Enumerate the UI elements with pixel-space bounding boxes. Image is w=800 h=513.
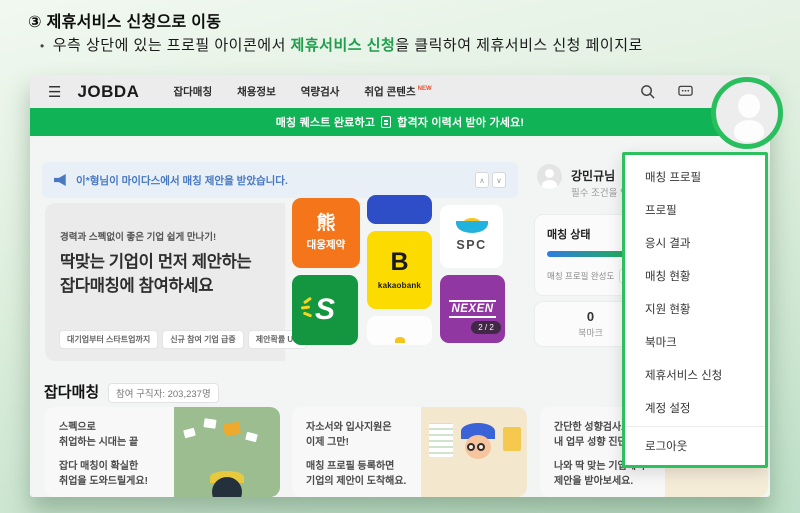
menu-item-account-settings[interactable]: 계정 설정 <box>625 391 765 424</box>
logo-tile-blue[interactable] <box>367 195 432 224</box>
notice-pager: ∧ ∨ <box>475 172 506 188</box>
menu-item-test-results[interactable]: 응시 결과 <box>625 226 765 259</box>
bookmark-count: 0 <box>587 309 594 324</box>
search-icon[interactable] <box>640 84 655 99</box>
profile-dropdown-menu: 매칭 프로필 프로필 응시 결과 매칭 현황 지원 현황 북마크 제휴서비스 신… <box>622 152 768 468</box>
step-title: ③ 제휴서비스 신청으로 이동 <box>28 8 221 32</box>
megaphone-icon <box>54 174 67 186</box>
promo-tag: 신규 참여 기업 급증 <box>163 331 243 348</box>
participants-chip: 참여 구직자: 203,237명 <box>108 383 219 403</box>
step-description: • 우측 상단에 있는 프로필 아이콘에서 제휴서비스 신청을 클릭하여 제휴서비… <box>40 34 643 55</box>
jobda-site-screenshot: ☰ JOBDA 잡다매칭 채용정보 역량검사 취업 콘텐츠NEW 매칭 퀘스트 … <box>30 75 770 497</box>
resume-doc-icon <box>381 116 391 128</box>
avatar-body <box>542 180 557 189</box>
logo-tile-spc[interactable]: SPC <box>440 205 503 268</box>
logo-tile-kakaobank[interactable]: B kakaobank <box>367 231 432 309</box>
nav-jobs[interactable]: 채용정보 <box>237 84 276 99</box>
user-name: 강민규님 <box>571 167 615 184</box>
chevron-down-icon[interactable]: ∨ <box>492 172 506 188</box>
avatar-head <box>545 169 554 178</box>
quest-text-after: 합격자 이력서 받아 가세요! <box>397 114 524 130</box>
new-badge: NEW <box>418 86 432 92</box>
menu-item-matching-status[interactable]: 매칭 현황 <box>625 259 765 292</box>
matching-promo-banner[interactable]: 경력과 스펙없이 좋은 기업 쉽게 만나기! 딱맞는 기업이 먼저 제안하는잡다… <box>45 203 285 361</box>
nexen-logo: NEXEN <box>449 300 495 318</box>
main-nav: 잡다매칭 채용정보 역량검사 취업 콘텐츠NEW <box>173 84 431 99</box>
card-illustration-boy <box>421 407 527 497</box>
menu-item-matching-profile[interactable]: 매칭 프로필 <box>625 160 765 193</box>
completeness-label: 매칭 프로필 완성도 <box>547 270 614 282</box>
quest-banner[interactable]: 매칭 퀘스트 완료하고 합격자 이력서 받아 가세요! <box>30 108 770 136</box>
menu-item-bookmark[interactable]: 북마크 <box>625 325 765 358</box>
user-subtitle: 필수 조건을 입 <box>571 185 629 199</box>
avatar-body <box>734 120 764 142</box>
site-header: ☰ JOBDA 잡다매칭 채용정보 역량검사 취업 콘텐츠NEW <box>30 75 770 108</box>
menu-item-partner-service[interactable]: 제휴서비스 신청 <box>625 358 765 391</box>
card-illustration-envelopes <box>174 407 280 497</box>
promo-tag: 대기업부터 스타트업까지 <box>60 331 157 348</box>
avatar-head <box>738 94 760 118</box>
step-text-before: 우측 상단에 있는 프로필 아이콘에서 <box>53 37 291 54</box>
kakaobank-b-logo: B <box>390 250 408 275</box>
step-text-after: 을 클릭하여 제휴서비스 신청 페이지로 <box>395 37 642 54</box>
profile-avatar-highlighted[interactable] <box>711 77 783 149</box>
daewoong-bear-logo: 熊 <box>316 214 335 233</box>
nav-competency-test[interactable]: 역량검사 <box>301 84 340 99</box>
logo-tile-partial[interactable] <box>367 316 432 345</box>
promo-title: 딱맞는 기업이 먼저 제안하는잡다매칭에 참여하세요 <box>60 251 285 299</box>
chevron-up-icon[interactable]: ∧ <box>475 172 489 188</box>
nav-career-content[interactable]: 취업 콘텐츠NEW <box>364 84 431 99</box>
spc-swoosh-logo <box>456 221 488 235</box>
hamburger-menu-icon[interactable]: ☰ <box>48 83 61 101</box>
logo-tile-green-s[interactable]: S <box>292 275 358 345</box>
bookmark-label: 북마크 <box>578 326 603 339</box>
quest-text-before: 매칭 퀘스트 완료하고 <box>276 114 375 130</box>
notice-text: 이*형님이 마이다스에서 매칭 제안을 받았습니다. <box>76 173 288 188</box>
jobda-logo[interactable]: JOBDA <box>77 82 139 102</box>
card-text: 자소서와 입사지원은이제 그만! 매칭 프로필 등록하면기업의 제안이 도착해요… <box>292 407 421 497</box>
partial-logo-mark <box>395 337 405 343</box>
nav-matching[interactable]: 잡다매칭 <box>173 84 212 99</box>
menu-item-profile[interactable]: 프로필 <box>625 193 765 226</box>
profile-progress-bar <box>547 251 634 257</box>
green-s-logo: S <box>315 295 335 325</box>
profile-avatar-small[interactable] <box>537 164 562 189</box>
logo-tile-daewoong[interactable]: 熊 대웅제약 <box>292 198 360 268</box>
matching-section-title: 잡다매칭 <box>44 381 99 402</box>
menu-item-application-status[interactable]: 지원 현황 <box>625 292 765 325</box>
carousel-page-indicator: 2 / 2 <box>471 321 501 334</box>
step-text-highlight: 제휴서비스 신청 <box>291 37 396 54</box>
match-notice-bar: 이*형님이 마이다스에서 매칭 제안을 받았습니다. ∧ ∨ <box>42 162 518 198</box>
promo-subtitle: 경력과 스펙없이 좋은 기업 쉽게 만나기! <box>60 229 285 243</box>
match-status-title: 매칭 상태 <box>547 226 634 242</box>
matching-card-resume[interactable]: 자소서와 입사지원은이제 그만! 매칭 프로필 등록하면기업의 제안이 도착해요… <box>292 407 527 497</box>
menu-item-logout[interactable]: 로그아웃 <box>625 427 765 465</box>
card-text: 스펙으로취업하는 시대는 끝 잡다 매칭이 확실한취업을 도와드릴게요! <box>45 407 174 497</box>
matching-card-spec[interactable]: 스펙으로취업하는 시대는 끝 잡다 매칭이 확실한취업을 도와드릴게요! <box>45 407 280 497</box>
bullet-marker: • <box>40 39 45 53</box>
chat-icon[interactable] <box>678 84 693 99</box>
